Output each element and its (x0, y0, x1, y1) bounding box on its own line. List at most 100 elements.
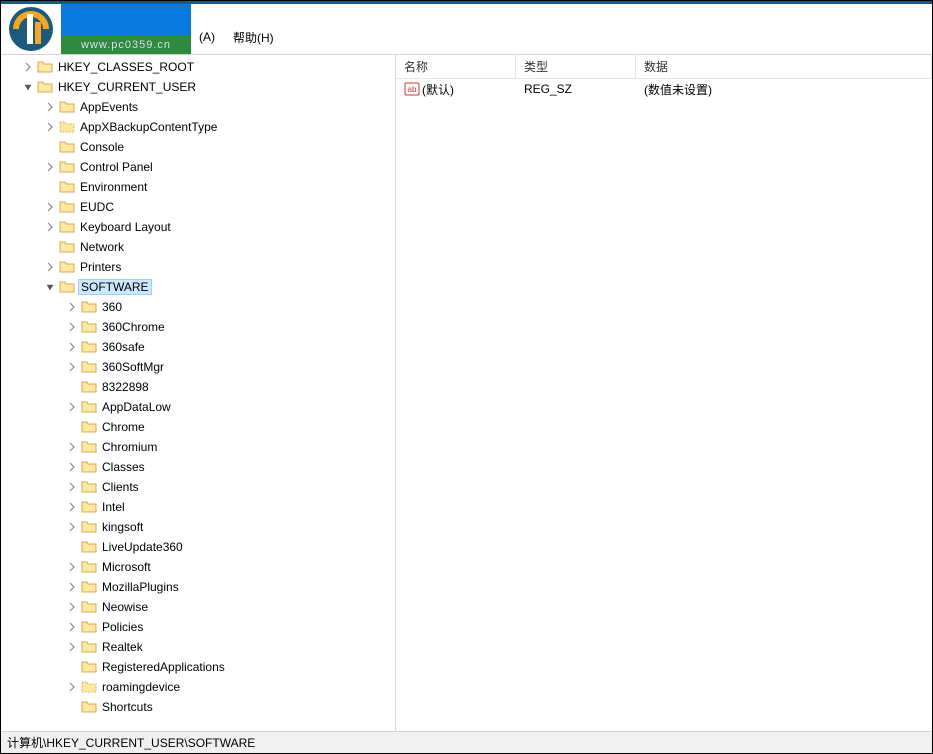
cell-name: ab(默认) (396, 81, 516, 98)
tree-node[interactable]: Keyboard Layout (1, 217, 395, 237)
tree-node[interactable]: AppEvents (1, 97, 395, 117)
folder-icon (81, 380, 97, 394)
chevron-right-icon[interactable] (65, 640, 79, 654)
chevron-right-icon[interactable] (65, 460, 79, 474)
tree-node-label: Realtek (100, 640, 145, 654)
chevron-right-icon[interactable] (65, 580, 79, 594)
tree-node[interactable]: HKEY_CURRENT_USER (1, 77, 395, 97)
tree-node[interactable]: 360SoftMgr (1, 357, 395, 377)
tree-node[interactable]: Policies (1, 617, 395, 637)
tree-node-label: Chrome (100, 420, 147, 434)
col-header-type[interactable]: 类型 (516, 55, 636, 78)
tree-node[interactable]: HKEY_CLASSES_ROOT (1, 57, 395, 77)
tree-node-label: HKEY_CURRENT_USER (56, 80, 198, 94)
main-content: HKEY_CLASSES_ROOT HKEY_CURRENT_USER AppEve… (1, 54, 932, 731)
chevron-right-icon[interactable] (65, 300, 79, 314)
chevron-right-icon[interactable] (65, 520, 79, 534)
col-header-data[interactable]: 数据 (636, 55, 932, 78)
tree-node-label: Neowise (100, 600, 150, 614)
chevron-right-icon[interactable] (65, 620, 79, 634)
tree-node[interactable]: Console (1, 137, 395, 157)
chevron-down-icon[interactable] (43, 280, 57, 294)
tree-node-label: Keyboard Layout (78, 220, 173, 234)
list-row[interactable]: ab(默认)REG_SZ(数值未设置) (396, 79, 932, 99)
tree-node[interactable]: Neowise (1, 597, 395, 617)
tree-node[interactable]: Clients (1, 477, 395, 497)
tree-node[interactable]: Classes (1, 457, 395, 477)
tree-node[interactable]: Environment (1, 177, 395, 197)
banner-top (61, 4, 191, 36)
chevron-right-icon[interactable] (43, 100, 57, 114)
tree-node[interactable]: 360Chrome (1, 317, 395, 337)
tree-node[interactable]: roamingdevice (1, 677, 395, 697)
tree-node[interactable]: SOFTWARE (1, 277, 395, 297)
tree-node[interactable]: RegisteredApplications (1, 657, 395, 677)
string-value-icon: ab (404, 81, 420, 97)
tree-node-label: Network (78, 240, 126, 254)
logo-area: www.pc0359.cn (1, 4, 191, 54)
tree-node-label: roamingdevice (100, 680, 182, 694)
chevron-right-icon[interactable] (65, 320, 79, 334)
tree-node[interactable]: AppDataLow (1, 397, 395, 417)
chevron-down-icon[interactable] (21, 80, 35, 94)
folder-icon (81, 540, 97, 554)
banner-watermark: www.pc0359.cn (61, 36, 191, 54)
tree-node[interactable]: EUDC (1, 197, 395, 217)
tree-node[interactable]: Chromium (1, 437, 395, 457)
chevron-right-icon[interactable] (43, 160, 57, 174)
tree-node-label: AppEvents (78, 100, 140, 114)
menu-item-a[interactable]: (A) (199, 30, 215, 44)
chevron-right-icon[interactable] (43, 260, 57, 274)
chevron-right-icon[interactable] (65, 600, 79, 614)
tree-node[interactable]: AppXBackupContentType (1, 117, 395, 137)
banner: www.pc0359.cn (61, 4, 191, 54)
tree-node[interactable]: Chrome (1, 417, 395, 437)
cell-type: REG_SZ (516, 82, 636, 96)
folder-icon (59, 260, 75, 274)
tree-node[interactable]: MozillaPlugins (1, 577, 395, 597)
tree-panel[interactable]: HKEY_CLASSES_ROOT HKEY_CURRENT_USER AppEve… (1, 55, 396, 731)
chevron-right-icon[interactable] (65, 440, 79, 454)
tree-node-label: 8322898 (100, 380, 151, 394)
folder-icon (81, 660, 97, 674)
chevron-right-icon[interactable] (65, 680, 79, 694)
tree-node-label: Policies (100, 620, 145, 634)
tree-node-label: 360 (100, 300, 124, 314)
folder-icon (81, 440, 97, 454)
chevron-right-icon[interactable] (65, 480, 79, 494)
tree-node[interactable]: Network (1, 237, 395, 257)
folder-icon (81, 700, 97, 714)
tree-node[interactable]: kingsoft (1, 517, 395, 537)
list-header: 名称 类型 数据 (396, 55, 932, 79)
chevron-right-icon[interactable] (21, 60, 35, 74)
menu-item-help[interactable]: 帮助(H) (233, 29, 274, 46)
tree-node[interactable]: 360 (1, 297, 395, 317)
tree-node[interactable]: 8322898 (1, 377, 395, 397)
chevron-right-icon[interactable] (43, 120, 57, 134)
list-body[interactable]: ab(默认)REG_SZ(数值未设置) (396, 79, 932, 731)
tree-node[interactable]: LiveUpdate360 (1, 537, 395, 557)
chevron-right-icon[interactable] (43, 200, 57, 214)
folder-icon (81, 480, 97, 494)
tree-node[interactable]: Shortcuts (1, 697, 395, 717)
tree-node[interactable]: Control Panel (1, 157, 395, 177)
chevron-right-icon[interactable] (65, 560, 79, 574)
folder-icon (59, 220, 75, 234)
chevron-right-icon[interactable] (65, 400, 79, 414)
folder-icon (37, 60, 53, 74)
tree-node-label: SOFTWARE (78, 279, 152, 295)
tree-node[interactable]: Realtek (1, 637, 395, 657)
tree-node[interactable]: Microsoft (1, 557, 395, 577)
cell-data: (数值未设置) (636, 81, 932, 98)
folder-icon (81, 580, 97, 594)
tree-node[interactable]: Printers (1, 257, 395, 277)
col-header-name[interactable]: 名称 (396, 55, 516, 78)
chevron-right-icon[interactable] (65, 340, 79, 354)
folder-icon (81, 640, 97, 654)
chevron-right-icon[interactable] (43, 220, 57, 234)
tree-node[interactable]: Intel (1, 497, 395, 517)
list-panel: 名称 类型 数据 ab(默认)REG_SZ(数值未设置) (396, 55, 932, 731)
tree-node[interactable]: 360safe (1, 337, 395, 357)
chevron-right-icon[interactable] (65, 500, 79, 514)
chevron-right-icon[interactable] (65, 360, 79, 374)
